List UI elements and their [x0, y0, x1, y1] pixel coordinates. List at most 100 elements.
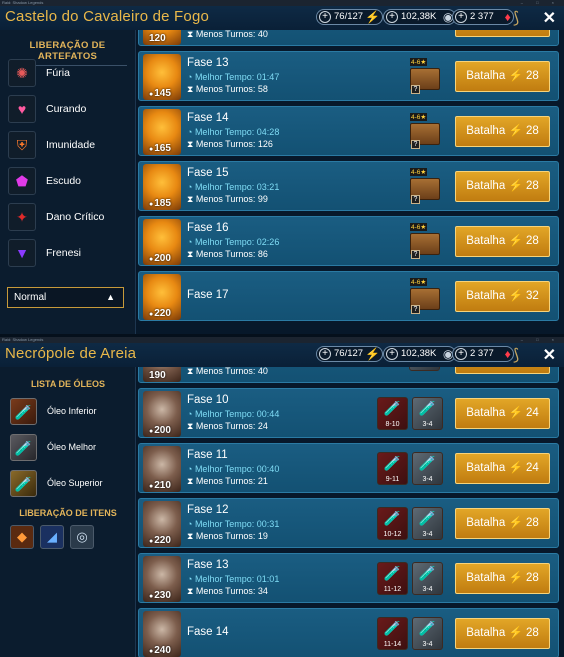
level-value: 200: [154, 425, 171, 436]
oil-drop-icon[interactable]: 🧪 9-11: [377, 452, 408, 485]
battle-button[interactable]: Batalha ⚡ 28: [455, 563, 550, 594]
oil-item-superior[interactable]: 🧪 Óleo Superior: [10, 470, 134, 500]
boss-portrait: ●230: [143, 556, 181, 602]
close-button[interactable]: ✕: [543, 345, 556, 365]
drop-item-icon[interactable]: 🧪 3-4: [412, 562, 443, 595]
battle-button[interactable]: Batalha ⚡ 28: [455, 226, 550, 257]
reward-chest-icon[interactable]: 4-6★?: [410, 168, 440, 204]
stage-name: Fase 13: [187, 559, 229, 571]
battle-button[interactable]: Batalha ⚡ 32: [455, 281, 550, 312]
oil-drop-icon[interactable]: 🧪 11-12: [377, 562, 408, 595]
question-icon: ?: [411, 250, 420, 259]
level-value: 120: [149, 33, 166, 44]
stage-row: ●230 Fase 13 ◔ Melhor Tempo: 01:01 ⧗ Men…: [138, 553, 559, 603]
silver-counter[interactable]: + 102,38K ◉: [383, 9, 457, 25]
reward-chest-icon[interactable]: 4-6★?: [410, 58, 440, 94]
stage-row: ●145 Fase 13 ◔ Melhor Tempo: 01:47 ⧗ Men…: [138, 51, 559, 101]
immunity-shield-icon: ⛨: [8, 131, 36, 159]
drop-item-icon[interactable]: 🧪 3-4: [412, 397, 443, 430]
reward-chest-icon[interactable]: 4-6★?: [410, 223, 440, 259]
artifact-set-frenzy[interactable]: ▼ Frenesi: [8, 239, 132, 269]
affinity-icon: ●: [149, 428, 154, 435]
drop-item-icon[interactable]: 🧪 3-4: [412, 452, 443, 485]
stage-list[interactable]: 120 ⧗ Menos Turnos: 40 ●145 Fase 13 ◔ Me…: [138, 30, 559, 334]
gem-icon: ♦: [504, 347, 511, 361]
oil-flask-icon: 🧪: [10, 434, 37, 461]
battle-button[interactable]: Batalha ⚡ 28: [455, 171, 550, 202]
gems-counter[interactable]: + 2 377 ♦: [452, 346, 514, 362]
silver-value: 102,38K: [401, 348, 437, 359]
artifact-set-critical-damage[interactable]: ✦ Dano Crítico: [8, 203, 132, 233]
stage-name: Fase 16: [187, 222, 229, 234]
stage-row: ●200 Fase 16 ◔ Melhor Tempo: 02:26 ⧗ Men…: [138, 216, 559, 266]
critical-damage-icon: ✦: [8, 203, 36, 231]
header-bar: Necrópole de Areia + 76/127 ⚡ + 102,38K …: [0, 343, 564, 367]
stage-list[interactable]: 190 ⧗ Menos Turnos: 40 8-9 ●200 Fase 10 …: [138, 367, 559, 657]
reward-chest-icon[interactable]: 4-6★?: [410, 113, 440, 149]
star-range: 4-6★: [410, 113, 428, 121]
gems-counter[interactable]: + 2 377 ♦: [452, 9, 514, 25]
affinity-icon: ●: [149, 256, 154, 263]
battle-button[interactable]: [455, 367, 550, 374]
add-gems-icon[interactable]: +: [455, 348, 467, 360]
oil-flask-icon: 🧪: [383, 620, 402, 636]
add-gems-icon[interactable]: +: [455, 11, 467, 23]
min-turns: ⧗ Menos Turnos: 58: [187, 84, 268, 94]
drop-item-icon[interactable]: 🧪 3-4: [412, 617, 443, 650]
items-heading: LIBERAÇÃO DE ITENS: [19, 508, 117, 518]
battle-button[interactable]: Batalha ⚡ 28: [455, 508, 550, 539]
question-icon: ?: [411, 305, 420, 314]
affinity-icon: ●: [149, 91, 154, 98]
add-energy-icon[interactable]: +: [319, 11, 331, 23]
oil-drop-icon[interactable]: 🧪 10-12: [377, 507, 408, 540]
artifact-sidebar: LIBERAÇÃO DE ARTEFATOS ✺ Fúria ♥ Curando…: [0, 30, 136, 334]
battle-button[interactable]: Batalha ⚡ 24: [455, 453, 550, 484]
battle-button[interactable]: Batalha ⚡ 28: [455, 61, 550, 92]
stage-name: Fase 15: [187, 167, 229, 179]
oil-item-greater[interactable]: 🧪 Óleo Melhor: [10, 434, 134, 464]
best-time: ◔ Melhor Tempo: 02:26: [187, 237, 280, 247]
drop-item-icon[interactable]: 🧪 3-4: [412, 507, 443, 540]
energy-value: 76/127: [334, 348, 364, 359]
chevron-up-icon: ▲: [106, 292, 115, 302]
artifact-set-healing[interactable]: ♥ Curando: [8, 95, 132, 125]
stage-row: ●185 Fase 15 ◔ Melhor Tempo: 03:21 ⧗ Men…: [138, 161, 559, 211]
add-silver-icon[interactable]: +: [386, 11, 398, 23]
energy-counter[interactable]: + 76/127 ⚡: [316, 346, 384, 362]
drop-item-icon[interactable]: 8-9: [409, 367, 440, 371]
boss-portrait: ●210: [143, 446, 181, 492]
battle-button[interactable]: Batalha ⚡ 24: [455, 398, 550, 429]
artifact-set-label: Frenesi: [46, 247, 82, 259]
oil-flask-icon: 🧪: [383, 565, 402, 581]
relic-blade-icon[interactable]: ◢: [40, 525, 64, 549]
add-energy-icon[interactable]: +: [319, 348, 331, 360]
energy-counter[interactable]: + 76/127 ⚡: [316, 9, 384, 25]
stage-name: Fase 17: [187, 289, 229, 301]
stage-name: Fase 10: [187, 394, 229, 406]
relic-ring-icon[interactable]: ◎: [70, 525, 94, 549]
oil-drop-icon[interactable]: 🧪 8-10: [377, 397, 408, 430]
level-value: 220: [154, 535, 171, 546]
add-silver-icon[interactable]: +: [386, 348, 398, 360]
whip-icon[interactable]: ⟆: [513, 345, 533, 364]
artifact-set-shield[interactable]: ⬟ Escudo: [8, 167, 132, 197]
artifact-set-fury[interactable]: ✺ Fúria: [8, 59, 132, 89]
artifact-set-label: Curando: [46, 103, 87, 115]
battle-button[interactable]: [455, 30, 550, 37]
battle-button[interactable]: Batalha ⚡ 28: [455, 116, 550, 147]
battle-button[interactable]: Batalha ⚡ 28: [455, 618, 550, 649]
frenzy-icon: ▼: [8, 239, 36, 267]
relic-helmet-icon[interactable]: ◆: [10, 525, 34, 549]
difficulty-select[interactable]: Normal ▲: [7, 287, 124, 308]
close-button[interactable]: ✕: [543, 8, 556, 28]
silver-counter[interactable]: + 102,38K ◉: [383, 346, 457, 362]
oil-drop-icon[interactable]: 🧪 11-14: [377, 617, 408, 650]
oil-flask-icon: 🧪: [383, 400, 402, 416]
reward-chest-icon[interactable]: 4-6★?: [410, 278, 440, 314]
whip-icon[interactable]: ⟆: [513, 8, 533, 27]
artifact-set-label: Dano Crítico: [46, 211, 105, 223]
artifact-set-immunity[interactable]: ⛨ Imunidade: [8, 131, 132, 161]
energy-icon: ⚡: [508, 70, 523, 82]
oil-item-lesser[interactable]: 🧪 Óleo Inferior: [10, 398, 134, 428]
artifact-set-label: Fúria: [46, 67, 70, 79]
